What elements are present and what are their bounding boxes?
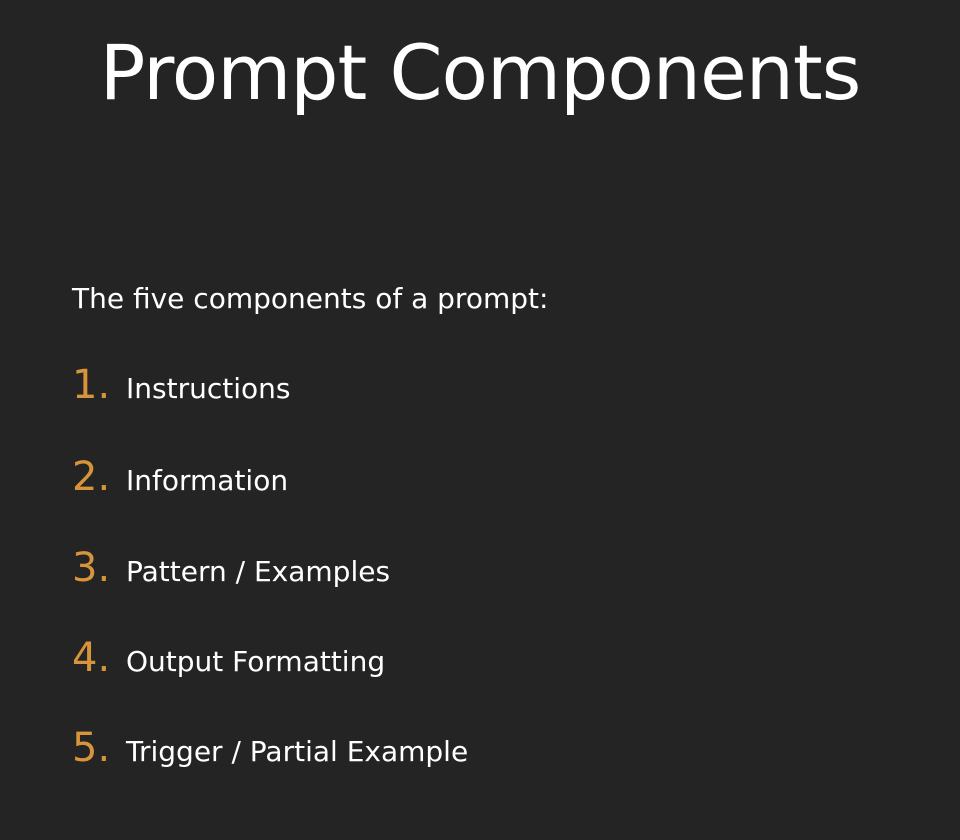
item-label: Trigger / Partial Example xyxy=(126,735,469,768)
item-number: 3. xyxy=(72,545,111,591)
slide-subtitle: The five components of a prompt: xyxy=(72,282,549,315)
list-item: 1. Instructions xyxy=(72,362,290,408)
item-label: Instructions xyxy=(126,372,291,405)
item-number: 1. xyxy=(72,362,111,408)
list-item: 4. Output Formatting xyxy=(72,635,385,681)
list-item: 5. Trigger / Partial Example xyxy=(72,725,468,771)
slide-title: Prompt Components xyxy=(99,28,862,117)
item-number: 4. xyxy=(72,635,111,681)
item-label: Output Formatting xyxy=(126,645,386,678)
list-item: 2. Information xyxy=(72,454,288,500)
item-label: Pattern / Examples xyxy=(126,555,391,588)
item-label: Information xyxy=(126,464,289,497)
item-number: 5. xyxy=(72,725,111,771)
list-item: 3. Pattern / Examples xyxy=(72,545,390,591)
item-number: 2. xyxy=(72,454,111,500)
